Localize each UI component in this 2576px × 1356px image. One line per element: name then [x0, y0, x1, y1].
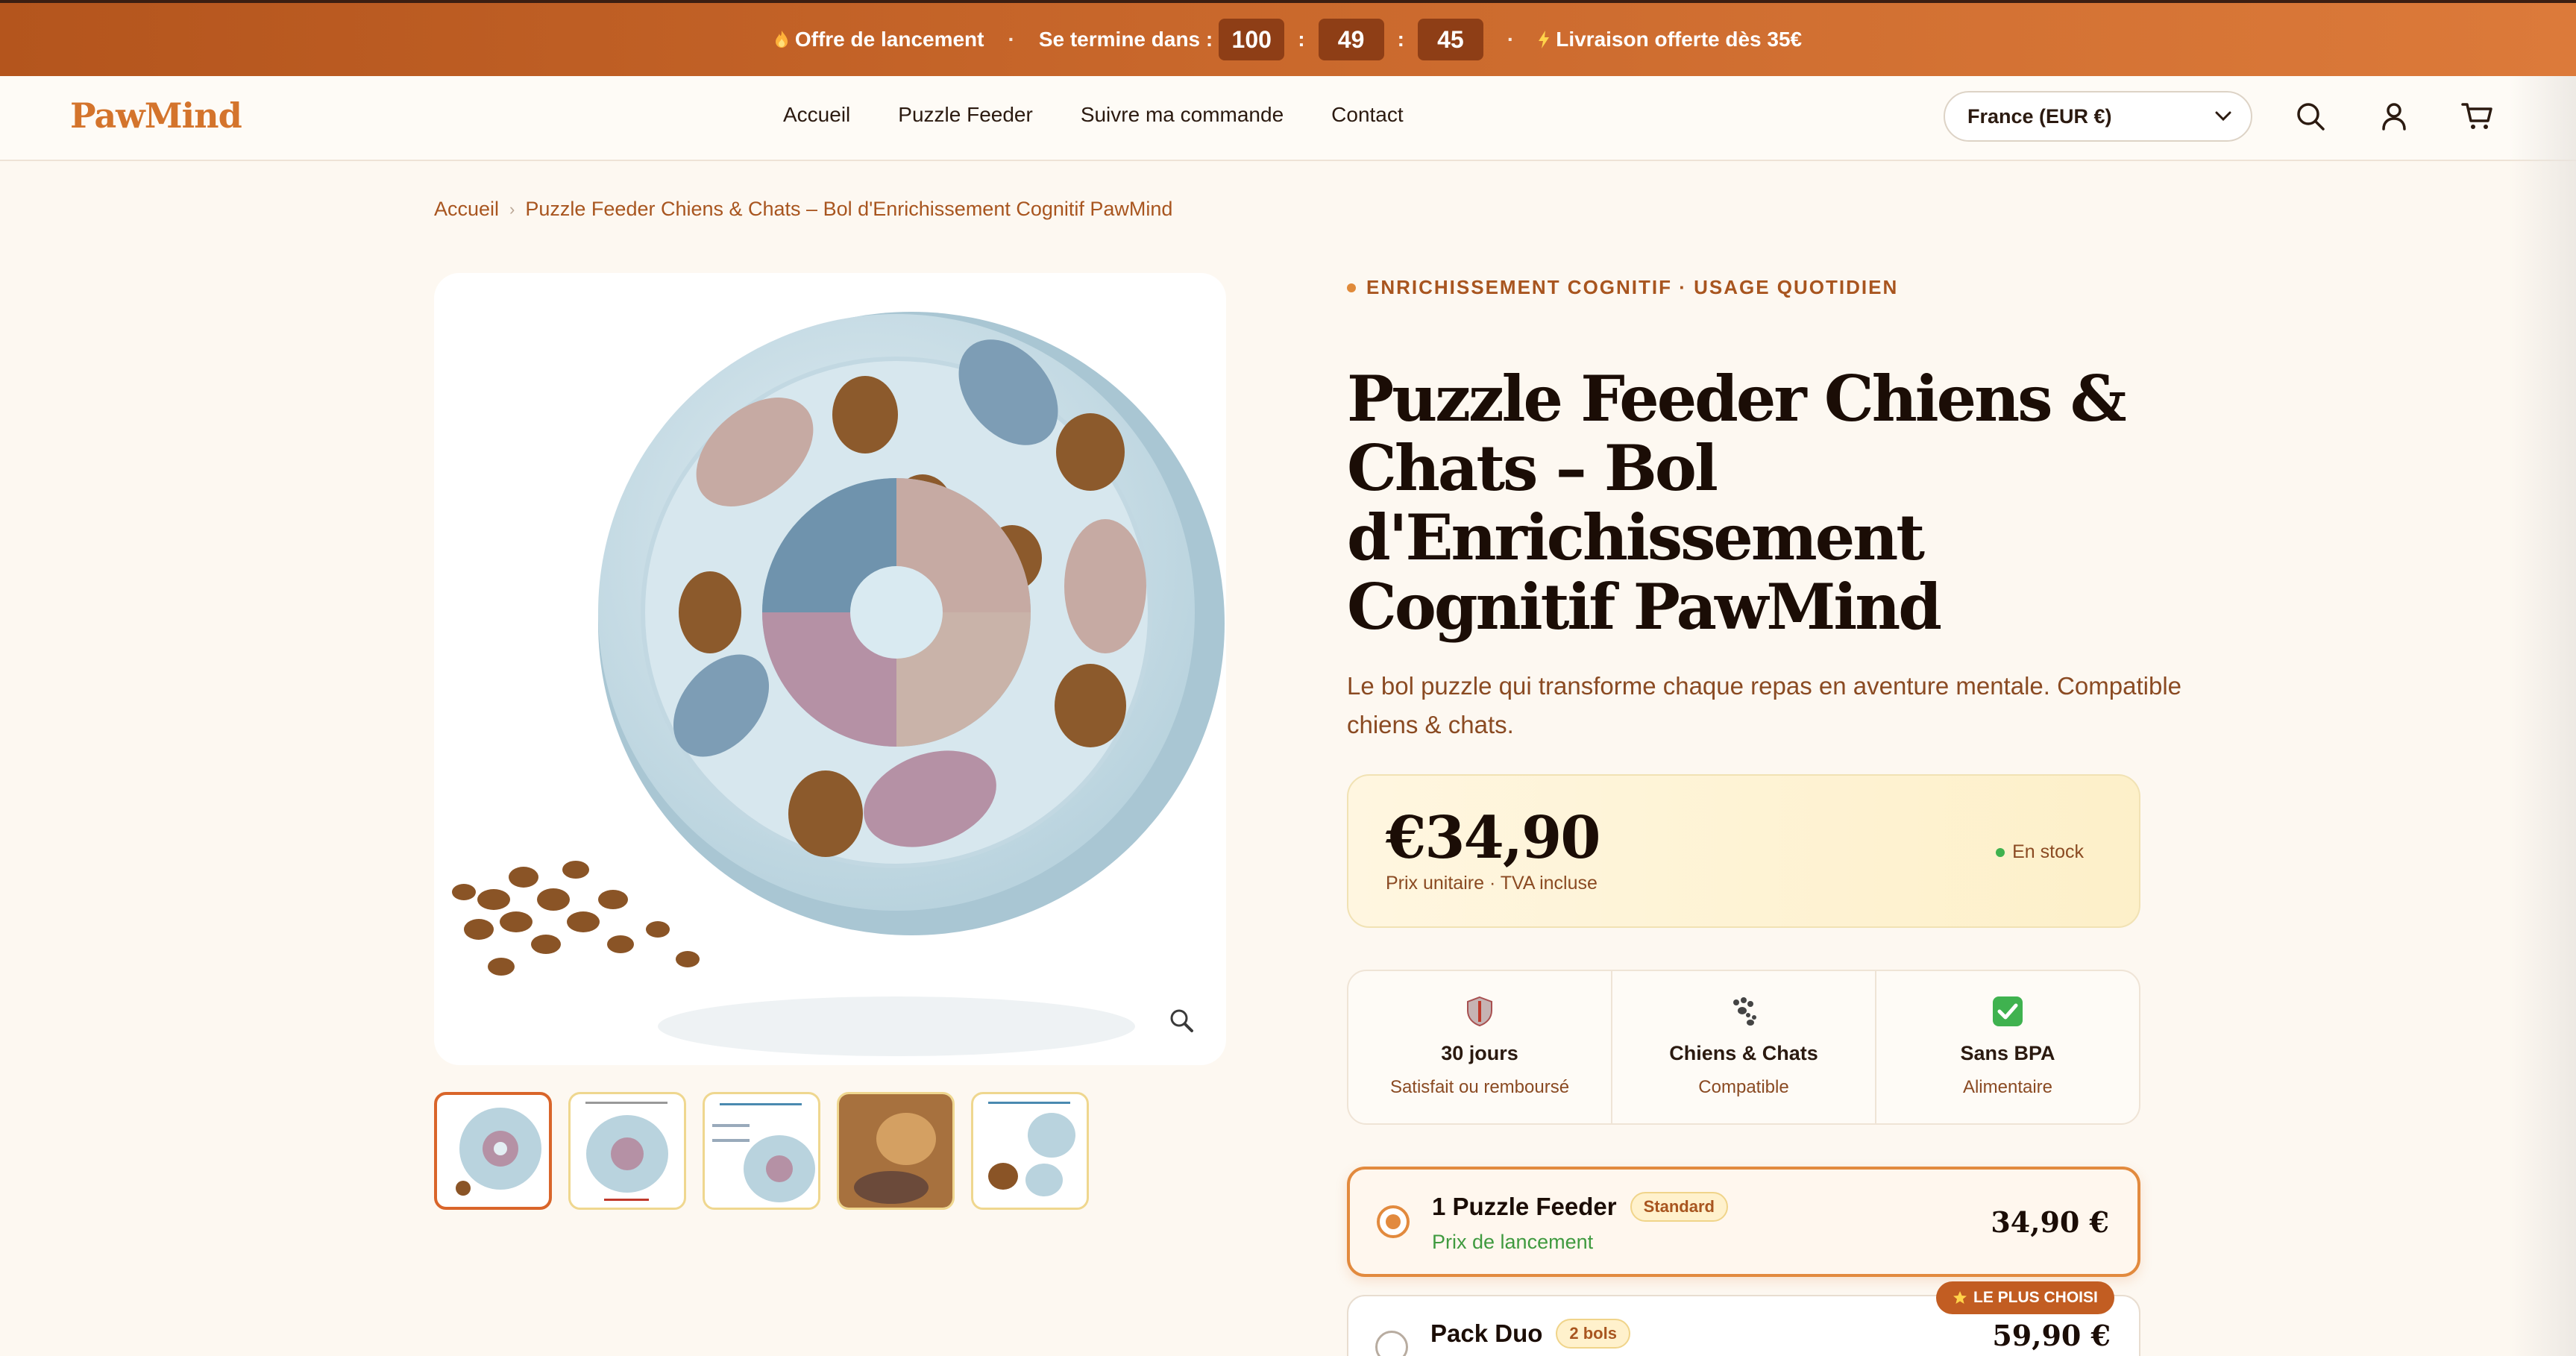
cart-icon[interactable]	[2460, 98, 2495, 134]
thumbnail-2[interactable]	[568, 1092, 686, 1210]
radio-unselected[interactable]	[1375, 1331, 1408, 1356]
lightning-icon	[1539, 31, 1550, 48]
nav-track-order[interactable]: Suivre ma commande	[1081, 103, 1284, 127]
stock-status: En stock	[1996, 841, 2084, 863]
feature-grid: 30 jours Satisfait ou remboursé Chiens &…	[1347, 970, 2140, 1125]
breadcrumb-current: Puzzle Feeder Chiens & Chats – Bol d'Enr…	[525, 198, 1173, 220]
paw-icon	[1733, 997, 1756, 1026]
zoom-icon[interactable]	[1166, 1005, 1196, 1035]
main-nav: Accueil Puzzle Feeder Suivre ma commande…	[783, 103, 1404, 127]
product-eyebrow: ENRICHISSEMENT COGNITIF · USAGE QUOTIDIE…	[1347, 276, 1898, 299]
shipping-text: Livraison offerte dès 35€	[1556, 28, 1803, 51]
announcement-bar: Offre de lancement · Se termine dans : 1…	[0, 0, 2576, 76]
logo[interactable]: PawMind	[70, 95, 242, 136]
option-price: 59,90 €	[1992, 1319, 2111, 1352]
check-icon	[1993, 996, 2023, 1026]
feature-guarantee: 30 jours Satisfait ou remboursé	[1348, 971, 1612, 1123]
option-badge: Standard	[1630, 1192, 1728, 1222]
product-main-image[interactable]	[434, 273, 1226, 1065]
scroll-shadow	[2509, 76, 2576, 1356]
shipping-offer: Livraison offerte dès 35€	[1538, 28, 1802, 51]
thumbnail-3[interactable]	[703, 1092, 820, 1210]
radio-selected[interactable]	[1377, 1205, 1410, 1238]
countdown-minutes: 49	[1318, 19, 1384, 60]
countdown: Se termine dans : 100 : 49 : 45	[1039, 19, 1483, 60]
separator-dot: ·	[1008, 28, 1015, 51]
nav-home[interactable]: Accueil	[783, 103, 850, 127]
countdown-colon: :	[1397, 28, 1404, 51]
thumbnail-1[interactable]	[434, 1092, 552, 1210]
countdown-hours: 100	[1219, 19, 1285, 60]
shield-icon	[1467, 996, 1492, 1027]
option-title: Pack Duo	[1430, 1319, 1543, 1347]
feature-title: Sans BPA	[1960, 1042, 2055, 1064]
stock-text: En stock	[2012, 841, 2084, 862]
feature-subtitle: Satisfait ou remboursé	[1389, 1077, 1570, 1097]
option-badge: 2 bols	[1556, 1319, 1630, 1349]
countdown-seconds: 45	[1417, 19, 1483, 60]
option-title: 1 Puzzle Feeder	[1432, 1193, 1617, 1220]
option-single[interactable]: 1 Puzzle Feeder Standard Prix de lanceme…	[1347, 1167, 2140, 1277]
feature-bpa-free: Sans BPA Alimentaire	[1876, 971, 2139, 1123]
eyebrow-text: ENRICHISSEMENT COGNITIF · USAGE QUOTIDIE…	[1366, 276, 1899, 298]
nav-contact[interactable]: Contact	[1331, 103, 1404, 127]
country-value: France (EUR €)	[1967, 104, 2112, 128]
chevron-right-icon: ›	[509, 199, 515, 219]
thumbnail-5[interactable]	[971, 1092, 1089, 1210]
option-name: 1 Puzzle Feeder Standard	[1432, 1192, 1728, 1222]
countdown-label: Se termine dans :	[1038, 28, 1213, 51]
nav-puzzle-feeder[interactable]: Puzzle Feeder	[898, 103, 1033, 127]
feature-title: 30 jours	[1441, 1042, 1518, 1064]
separator-dot: ·	[1507, 28, 1515, 51]
feature-title: Chiens & Chats	[1669, 1042, 1818, 1064]
site-header: PawMind Accueil Puzzle Feeder Suivre ma …	[0, 76, 2576, 161]
bullet-dot	[1347, 283, 1356, 292]
chevron-down-icon	[2215, 111, 2231, 122]
product-title: Puzzle Feeder Chiens & Chats – Bol d'Enr…	[1347, 362, 2127, 644]
feature-subtitle: Compatible	[1698, 1077, 1789, 1097]
option-subtitle: Prix de lancement	[1432, 1231, 1594, 1253]
country-selector[interactable]: France (EUR €)	[1944, 91, 2252, 142]
search-icon[interactable]	[2293, 98, 2328, 134]
launch-offer: Offre de lancement	[774, 28, 984, 51]
puzzle-feeder-illustration	[452, 312, 1225, 1056]
offer-text: Offre de lancement	[794, 28, 984, 51]
star-icon	[1953, 1291, 1967, 1304]
price-note: Prix unitaire · TVA incluse	[1386, 873, 1598, 894]
price-card: €34,90 Prix unitaire · TVA incluse En st…	[1347, 774, 2140, 928]
product-price: €34,90	[1386, 804, 1601, 872]
breadcrumb: Accueil › Puzzle Feeder Chiens & Chats –…	[434, 198, 1172, 221]
account-icon[interactable]	[2376, 98, 2412, 134]
feature-compatibility: Chiens & Chats Compatible	[1612, 971, 1876, 1123]
feature-subtitle: Alimentaire	[1962, 1077, 2053, 1097]
thumbnail-strip	[434, 1092, 1089, 1210]
thumbnail-4[interactable]	[837, 1092, 955, 1210]
best-seller-ribbon: LE PLUS CHOISI	[1936, 1281, 2114, 1314]
option-price: 34,90 €	[1991, 1205, 2109, 1239]
countdown-colon: :	[1298, 28, 1305, 51]
product-subtitle: Le bol puzzle qui transforme chaque repa…	[1347, 672, 2182, 738]
option-name: Pack Duo 2 bols	[1430, 1319, 1630, 1349]
status-dot-icon	[1996, 847, 2005, 857]
flame-icon	[775, 31, 788, 48]
breadcrumb-home[interactable]: Accueil	[434, 198, 499, 221]
ribbon-text: LE PLUS CHOISI	[1973, 1289, 2098, 1306]
